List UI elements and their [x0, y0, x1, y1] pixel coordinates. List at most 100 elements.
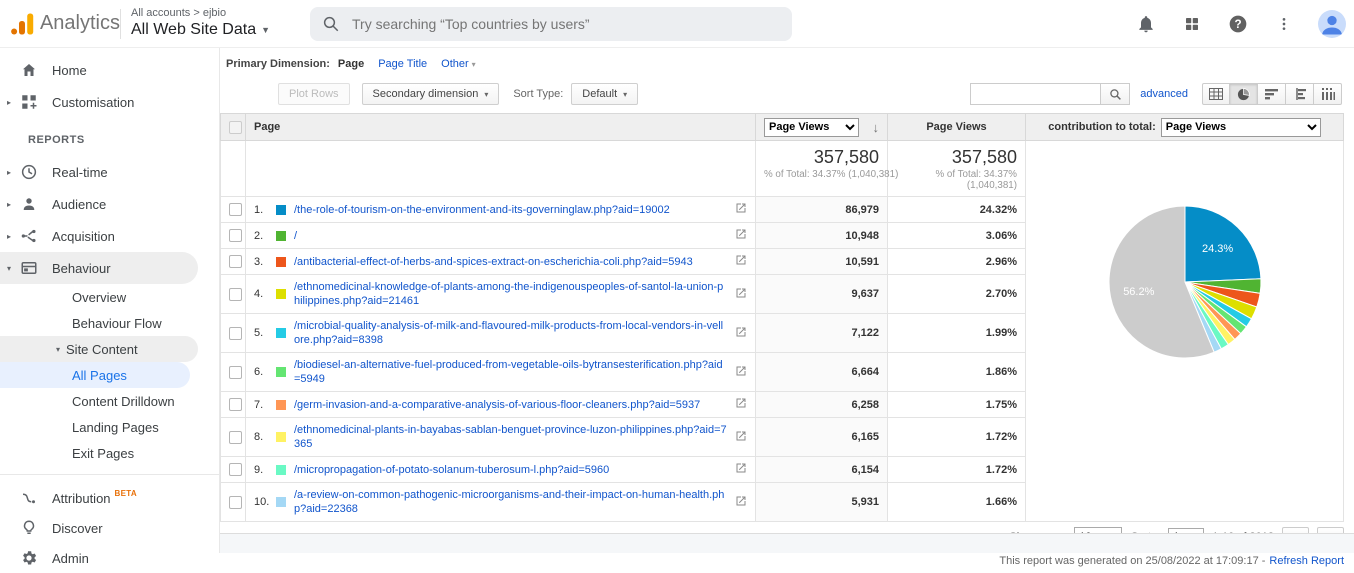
sidebar-item-customisation[interactable]: ▸ Customisation [0, 86, 219, 118]
page-url-link[interactable]: /antibacterial-effect-of-herbs-and-spice… [294, 255, 727, 269]
sidebar-item-acquisition[interactable]: ▸ Acquisition [0, 220, 219, 252]
open-in-new-window-icon[interactable] [735, 326, 747, 338]
sidebar-item-label: Acquisition [52, 229, 115, 244]
sidebar-item-admin[interactable]: Admin [0, 543, 219, 573]
open-in-new-window-icon[interactable] [735, 254, 747, 266]
row-checkbox[interactable] [229, 203, 242, 216]
open-in-new-window-icon[interactable] [735, 462, 747, 474]
report-generated-text: This report was generated on 25/08/2022 … [999, 555, 1265, 567]
open-page-button[interactable] [735, 495, 747, 510]
search-icon [1109, 88, 1122, 101]
reports-section-label: REPORTS [0, 118, 219, 156]
pivot-view-button[interactable] [1314, 83, 1342, 105]
page-url-link[interactable]: /biodiesel-an-alternative-fuel-produced-… [294, 358, 727, 386]
performance-view-button[interactable] [1258, 83, 1286, 105]
open-page-button[interactable] [735, 326, 747, 341]
dimension-page[interactable]: Page [338, 58, 364, 70]
table-search-button[interactable] [1100, 83, 1130, 105]
dimension-page-title[interactable]: Page Title [378, 58, 427, 70]
open-page-button[interactable] [735, 397, 747, 412]
open-page-button[interactable] [735, 287, 747, 302]
sidebar-item-audience[interactable]: ▸ Audience [0, 188, 219, 220]
pageviews-percent: 3.06% [888, 223, 1026, 249]
table-view-button[interactable] [1202, 83, 1230, 105]
table-search-input[interactable] [970, 83, 1100, 105]
sort-descending-icon[interactable]: ↓ [873, 120, 880, 135]
open-page-button[interactable] [735, 365, 747, 380]
open-in-new-window-icon[interactable] [735, 495, 747, 507]
help-button[interactable]: ? [1226, 12, 1250, 36]
open-page-button[interactable] [735, 202, 747, 217]
open-page-button[interactable] [735, 254, 747, 269]
row-checkbox[interactable] [229, 288, 242, 301]
sidebar-item-behaviour-flow[interactable]: Behaviour Flow [0, 310, 219, 336]
sort-type-button[interactable]: Default▾ [571, 83, 638, 105]
notifications-button[interactable] [1134, 12, 1158, 36]
page-url-link[interactable]: /micropropagation-of-potato-solanum-tube… [294, 463, 727, 477]
sidebar-item-attribution[interactable]: Attribution BETA [0, 483, 219, 513]
pageviews-percent: 1.86% [888, 353, 1026, 392]
more-options-button[interactable] [1272, 12, 1296, 36]
sidebar-item-home[interactable]: Home [0, 54, 219, 86]
row-index: 1. [254, 204, 276, 216]
page-url-link[interactable]: /ethnomedicinal-plants-in-bayabas-sablan… [294, 423, 727, 451]
page-url-link[interactable]: / [294, 229, 727, 243]
sidebar-item-site-content[interactable]: ▾ Site Content [0, 336, 198, 362]
open-in-new-window-icon[interactable] [735, 287, 747, 299]
property-selector[interactable]: All Web Site Data ▼ [131, 20, 270, 40]
row-checkbox[interactable] [229, 229, 242, 242]
select-all-checkbox[interactable] [229, 121, 242, 134]
secondary-dimension-button[interactable]: Secondary dimension▾ [362, 83, 500, 105]
sidebar-item-discover[interactable]: Discover [0, 513, 219, 543]
refresh-report-link[interactable]: Refresh Report [1269, 555, 1344, 567]
open-in-new-window-icon[interactable] [735, 228, 747, 240]
page-url-link[interactable]: /ethnomedicinal-knowledge-of-plants-amon… [294, 280, 727, 308]
contribution-metric-select[interactable]: Page Views [1161, 118, 1321, 137]
dimension-other[interactable]: Other▾ [441, 58, 476, 70]
metric-select[interactable]: Page Views [764, 118, 859, 137]
global-search-input[interactable] [352, 16, 780, 32]
row-checkbox[interactable] [229, 327, 242, 340]
pageviews-value: 9,637 [756, 275, 888, 314]
open-in-new-window-icon[interactable] [735, 202, 747, 214]
row-checkbox[interactable] [229, 496, 242, 509]
open-page-button[interactable] [735, 228, 747, 243]
apps-grid-button[interactable] [1180, 12, 1204, 36]
open-page-button[interactable] [735, 462, 747, 477]
sidebar-item-behaviour[interactable]: ▾ Behaviour [0, 252, 198, 284]
open-page-button[interactable] [735, 430, 747, 445]
series-color-swatch [276, 465, 286, 475]
open-in-new-window-icon[interactable] [735, 365, 747, 377]
row-checkbox[interactable] [229, 255, 242, 268]
percentage-view-button[interactable] [1230, 83, 1258, 105]
global-search-bar[interactable] [310, 7, 792, 41]
row-checkbox[interactable] [229, 431, 242, 444]
sidebar-item-label: Behaviour Flow [72, 316, 162, 331]
sidebar-item-realtime[interactable]: ▸ Real-time [0, 156, 219, 188]
sidebar-item-landing-pages[interactable]: Landing Pages [0, 414, 219, 440]
sidebar-item-exit-pages[interactable]: Exit Pages [0, 440, 219, 466]
page-column-header[interactable]: Page [246, 114, 756, 141]
analytics-logo[interactable]: Analytics [0, 9, 120, 39]
row-checkbox[interactable] [229, 366, 242, 379]
open-in-new-window-icon[interactable] [735, 397, 747, 409]
user-avatar[interactable] [1318, 10, 1346, 38]
row-checkbox[interactable] [229, 398, 242, 411]
sidebar-item-content-drilldown[interactable]: Content Drilldown [0, 388, 219, 414]
open-in-new-window-icon[interactable] [735, 430, 747, 442]
series-color-swatch [276, 205, 286, 215]
row-checkbox[interactable] [229, 463, 242, 476]
sidebar-item-overview[interactable]: Overview [0, 284, 219, 310]
page-url-link[interactable]: /the-role-of-tourism-on-the-environment-… [294, 203, 727, 217]
pageviews-column-header[interactable]: Page Views [888, 114, 1026, 141]
plot-rows-button[interactable]: Plot Rows [278, 83, 350, 105]
sidebar-item-label: Home [52, 63, 87, 78]
report-main: Primary Dimension: Page Page Title Other… [220, 48, 1354, 553]
page-url-link[interactable]: /a-review-on-common-pathogenic-microorga… [294, 488, 727, 516]
comparison-view-button[interactable] [1286, 83, 1314, 105]
advanced-search-link[interactable]: advanced [1140, 88, 1188, 100]
series-color-swatch [276, 497, 286, 507]
page-url-link[interactable]: /microbial-quality-analysis-of-milk-and-… [294, 319, 727, 347]
sidebar-item-all-pages[interactable]: All Pages [0, 362, 190, 388]
page-url-link[interactable]: /germ-invasion-and-a-comparative-analysi… [294, 398, 727, 412]
